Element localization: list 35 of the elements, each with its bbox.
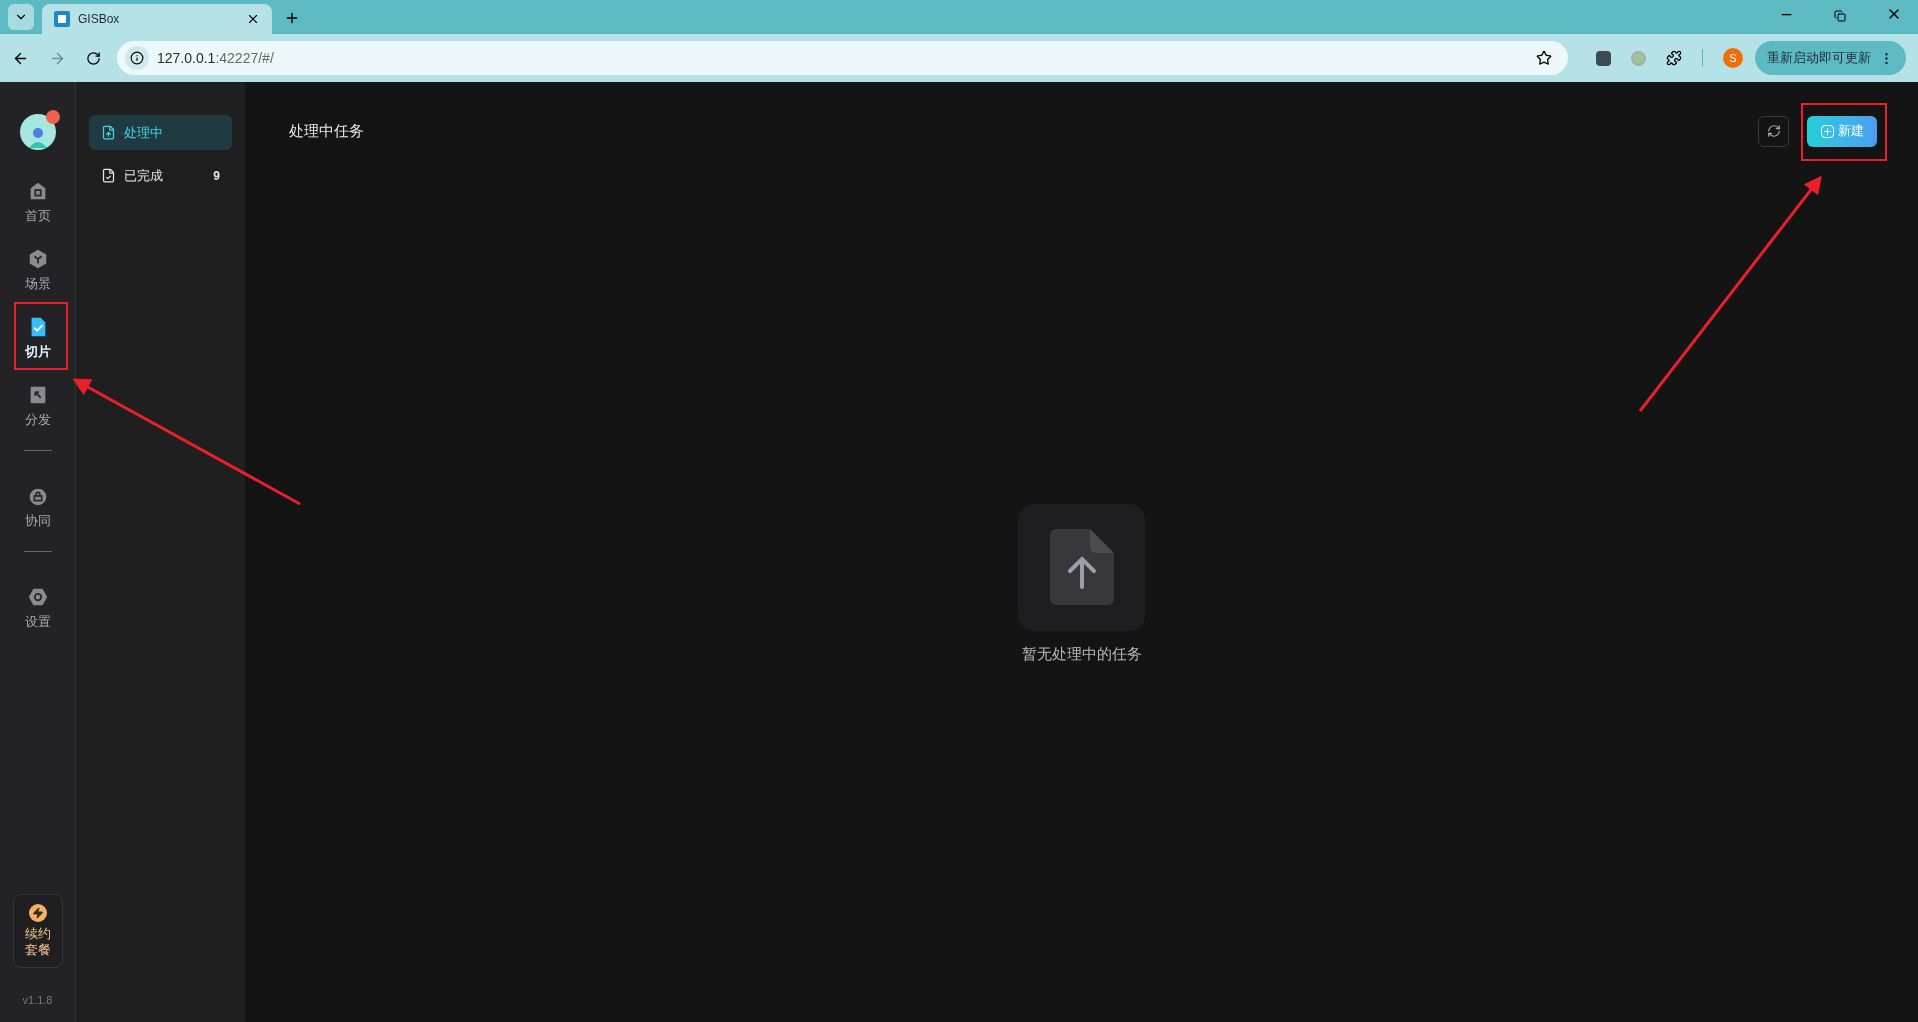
refresh-button[interactable] (1758, 115, 1789, 147)
site-info-icon[interactable] (125, 46, 149, 70)
new-tab-icon[interactable] (284, 10, 300, 26)
task-menu-item[interactable]: 处理中 (89, 115, 232, 150)
renew-plan-card[interactable]: 续约套餐 (12, 893, 63, 968)
extensions-icon[interactable] (1666, 50, 1682, 66)
address-bar[interactable]: 127.0.0.1:42227/#/ (117, 41, 1568, 75)
empty-state-text: 暂无处理中的任务 (1021, 643, 1142, 664)
refresh-icon (1766, 124, 1781, 138)
nav-item[interactable]: 设置 (11, 582, 64, 636)
url-text: 127.0.0.1:42227/#/ (157, 48, 274, 68)
nav-item[interactable]: 首页 (11, 176, 64, 230)
page-title: 处理中任务 (289, 120, 365, 141)
version-label: v1.1.8 (22, 992, 53, 1008)
lightning-icon (28, 903, 47, 922)
bookmark-star-icon[interactable] (1536, 50, 1552, 66)
restore-icon[interactable] (1834, 10, 1846, 22)
tab-search-button[interactable] (8, 4, 34, 30)
reload-icon[interactable] (86, 50, 101, 66)
file-upload-icon (1049, 529, 1114, 606)
nav-item[interactable]: 分发 (11, 380, 64, 434)
update-button[interactable]: 重新启动即可更新 (1755, 41, 1906, 75)
close-icon[interactable] (246, 12, 260, 26)
task-menu-item[interactable]: 已完成 9 (89, 158, 232, 193)
notification-badge (45, 110, 60, 124)
file-check-icon (101, 168, 116, 183)
nav-item[interactable]: 场景 (11, 244, 64, 298)
nav-item[interactable]: 切片 (11, 312, 64, 366)
browser-tab[interactable]: GISBox (42, 4, 272, 34)
app-logo-icon (54, 11, 70, 27)
tab-title: GISBox (78, 11, 121, 28)
annotation-box (14, 302, 68, 370)
plus-icon (1820, 124, 1834, 138)
nav-item[interactable]: 协同 (11, 481, 64, 535)
file-upload-icon (101, 125, 116, 140)
